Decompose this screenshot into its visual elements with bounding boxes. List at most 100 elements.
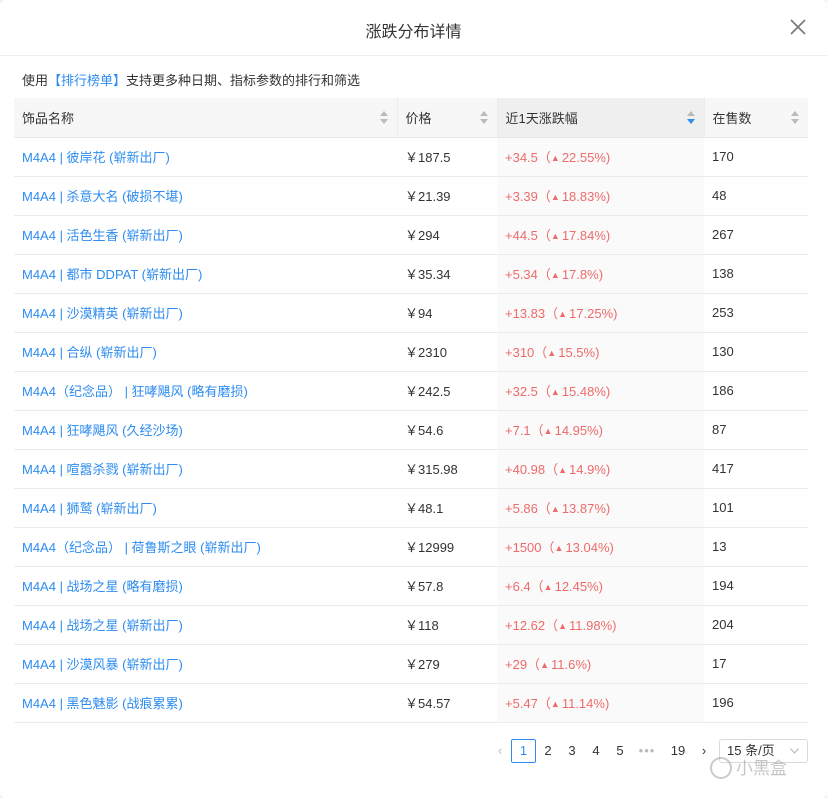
item-change: +6.4（▲ 12.45%) bbox=[497, 566, 704, 606]
item-name-link[interactable]: M4A4 | 战场之星 (略有磨损) bbox=[14, 566, 397, 606]
table-row: M4A4 | 杀意大名 (破损不堪) ￥21.39 +3.39（▲ 18.83%) 48 bbox=[14, 176, 808, 216]
item-change: +5.86（▲ 13.87%) bbox=[497, 488, 704, 528]
page-button-2[interactable]: 2 bbox=[538, 739, 558, 763]
column-header-change-label: 近1天涨跌幅 bbox=[505, 110, 578, 126]
item-change-value: +6.4（ bbox=[505, 579, 544, 594]
item-price: ￥54.6 bbox=[397, 410, 497, 450]
table-header-row: 饰品名称 价格 近1天涨跌幅 在售数 bbox=[14, 98, 808, 138]
item-change-percent: 13.04%) bbox=[565, 540, 614, 555]
item-count: 417 bbox=[704, 449, 808, 489]
item-change-value: +34.5（ bbox=[505, 150, 551, 165]
item-name-link[interactable]: M4A4（纪念品） | 荷鲁斯之眼 (崭新出厂) bbox=[14, 527, 397, 567]
item-change-value: +7.1（ bbox=[505, 423, 544, 438]
column-header-price[interactable]: 价格 bbox=[397, 98, 498, 138]
hint-prefix: 使用 bbox=[22, 73, 49, 88]
item-name-link[interactable]: M4A4 | 黑色魅影 (战痕累累) bbox=[14, 683, 397, 723]
item-name-link[interactable]: M4A4 | 狮鹫 (崭新出厂) bbox=[14, 488, 397, 528]
triangle-up-icon: ▲ bbox=[550, 231, 560, 241]
item-change: +32.5（▲ 15.48%) bbox=[497, 371, 704, 411]
item-change-percent: 12.45%) bbox=[554, 579, 604, 594]
item-price: ￥94 bbox=[397, 293, 497, 333]
triangle-up-icon: ▲ bbox=[547, 348, 557, 358]
sort-icon[interactable] bbox=[791, 111, 799, 124]
item-change: +5.47（▲ 11.14%) bbox=[497, 683, 704, 723]
item-change-percent: 13.87%) bbox=[561, 501, 611, 516]
item-change-value: +1500（ bbox=[505, 540, 555, 555]
page-button-last[interactable]: 19 bbox=[666, 739, 690, 763]
item-change-percent: 17.25%) bbox=[569, 306, 618, 321]
table-row: M4A4 | 战场之星 (崭新出厂) ￥118 +12.62（▲ 11.98%) 204 bbox=[14, 605, 808, 645]
item-name-link[interactable]: M4A4 | 活色生香 (崭新出厂) bbox=[14, 215, 397, 255]
item-change-value: +5.47（ bbox=[505, 696, 551, 711]
item-name-link[interactable]: M4A4 | 都市 DDPAT (崭新出厂) bbox=[14, 254, 397, 294]
item-count: 13 bbox=[704, 527, 808, 567]
item-price: ￥315.98 bbox=[397, 449, 497, 489]
chevron-down-icon bbox=[790, 748, 799, 754]
item-price: ￥118 bbox=[397, 605, 497, 645]
item-change-value: +5.86（ bbox=[505, 501, 551, 516]
item-name-link[interactable]: M4A4 | 喧嚣杀戮 (崭新出厂) bbox=[14, 449, 397, 489]
table-row: M4A4 | 战场之星 (略有磨损) ￥57.8 +6.4（▲ 12.45%) 194 bbox=[14, 566, 808, 606]
triangle-up-icon: ▲ bbox=[540, 660, 549, 670]
triangle-up-icon: ▲ bbox=[550, 153, 560, 163]
item-price: ￥48.1 bbox=[397, 488, 497, 528]
page-ellipsis[interactable]: ••• bbox=[634, 739, 660, 763]
triangle-up-icon: ▲ bbox=[558, 309, 568, 319]
item-change: +12.62（▲ 11.98%) bbox=[497, 605, 704, 645]
watermark-logo-icon bbox=[710, 757, 732, 779]
dialog-title: 涨跌分布详情 bbox=[365, 24, 462, 41]
page-button-3[interactable]: 3 bbox=[562, 739, 582, 763]
table-row: M4A4 | 合纵 (崭新出厂) ￥2310 +310（▲ 15.5%) 130 bbox=[14, 332, 808, 372]
item-change-value: +5.34（ bbox=[505, 267, 551, 282]
table-row: M4A4 | 活色生香 (崭新出厂) ￥294 +44.5（▲ 17.84%) 267 bbox=[14, 215, 808, 255]
sort-descending-icon[interactable] bbox=[686, 111, 695, 124]
column-header-name[interactable]: 饰品名称 bbox=[14, 98, 398, 138]
item-name-link[interactable]: M4A4 | 沙漠风暴 (崭新出厂) bbox=[14, 644, 397, 684]
item-name-link[interactable]: M4A4 | 合纵 (崭新出厂) bbox=[14, 332, 397, 372]
sort-icon[interactable] bbox=[379, 111, 388, 124]
page-button-4[interactable]: 4 bbox=[586, 739, 606, 763]
table-row: M4A4 | 沙漠风暴 (崭新出厂) ￥279 +29（▲ 11.6%) 17 bbox=[14, 644, 808, 684]
item-change: +1500（▲ 13.04%) bbox=[497, 527, 704, 567]
column-header-change[interactable]: 近1天涨跌幅 bbox=[497, 98, 705, 138]
item-change-percent: 17.8%) bbox=[561, 267, 604, 282]
item-price: ￥187.5 bbox=[397, 137, 497, 177]
item-name-link[interactable]: M4A4 | 战场之星 (崭新出厂) bbox=[14, 605, 397, 645]
item-name-link[interactable]: M4A4（纪念品） | 狂哮飓风 (略有磨损) bbox=[14, 371, 397, 411]
prev-page-button[interactable]: ‹ bbox=[491, 739, 509, 763]
item-change-value: +44.5（ bbox=[505, 228, 551, 243]
item-count: 130 bbox=[704, 332, 808, 372]
sort-icon[interactable] bbox=[479, 111, 488, 124]
triangle-up-icon: ▲ bbox=[550, 504, 560, 514]
ranking-hint: 使用【排行榜单】支持更多种日期、指标参数的排行和筛选 bbox=[22, 70, 360, 89]
close-icon[interactable] bbox=[789, 18, 807, 36]
table-row: M4A4 | 彼岸花 (崭新出厂) ￥187.5 +34.5（▲ 22.55%) 170 bbox=[14, 137, 808, 177]
triangle-up-icon: ▲ bbox=[550, 270, 560, 280]
item-count: 194 bbox=[704, 566, 808, 606]
item-change: +34.5（▲ 22.55%) bbox=[497, 137, 704, 177]
item-change: +40.98（▲ 14.9%) bbox=[497, 449, 704, 489]
item-change-percent: 14.95%) bbox=[554, 423, 604, 438]
item-count: 48 bbox=[704, 176, 808, 216]
item-price: ￥2310 bbox=[397, 332, 497, 372]
item-change: +29（▲ 11.6%) bbox=[497, 644, 704, 684]
triangle-up-icon: ▲ bbox=[558, 465, 568, 475]
triangle-up-icon: ▲ bbox=[550, 387, 560, 397]
ranking-list-link[interactable]: 【排行榜单】 bbox=[48, 73, 126, 88]
page-button-1[interactable]: 1 bbox=[511, 739, 536, 763]
item-name-link[interactable]: M4A4 | 沙漠精英 (崭新出厂) bbox=[14, 293, 397, 333]
page-button-5[interactable]: 5 bbox=[610, 739, 630, 763]
item-price: ￥35.34 bbox=[397, 254, 497, 294]
item-name-link[interactable]: M4A4 | 狂哮飓风 (久经沙场) bbox=[14, 410, 397, 450]
dialog-header: 涨跌分布详情 bbox=[0, 0, 827, 56]
hint-suffix: 支持更多种日期、指标参数的排行和筛选 bbox=[126, 73, 361, 88]
item-change: +7.1（▲ 14.95%) bbox=[497, 410, 704, 450]
column-header-count[interactable]: 在售数 bbox=[704, 98, 808, 138]
item-price: ￥294 bbox=[397, 215, 497, 255]
item-count: 138 bbox=[704, 254, 808, 294]
item-name-link[interactable]: M4A4 | 杀意大名 (破损不堪) bbox=[14, 176, 397, 216]
item-price: ￥242.5 bbox=[397, 371, 497, 411]
item-name-link[interactable]: M4A4 | 彼岸花 (崭新出厂) bbox=[14, 137, 397, 177]
item-change-percent: 22.55%) bbox=[561, 150, 611, 165]
item-count: 87 bbox=[704, 410, 808, 450]
